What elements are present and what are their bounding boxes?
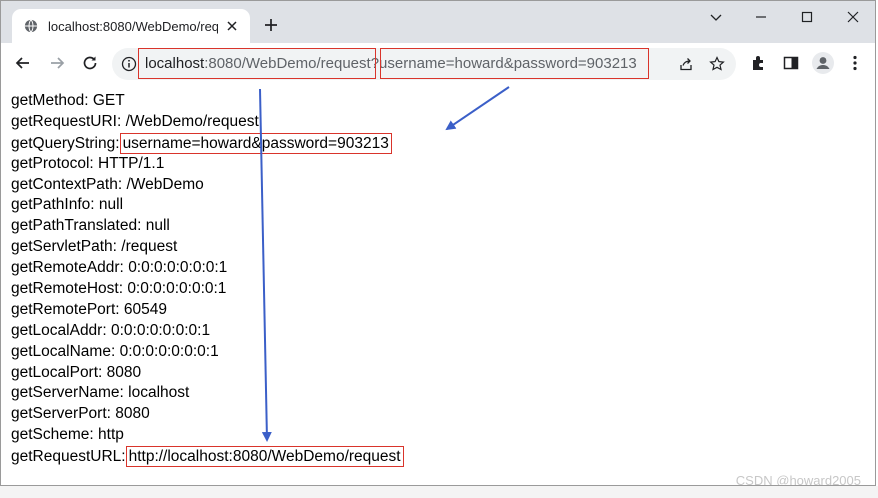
- line-label: getRemoteHost:: [11, 280, 123, 298]
- request-info-line: getMethod: GET: [11, 91, 871, 112]
- request-info-line: getPathInfo: null: [11, 195, 871, 216]
- line-value: http://localhost:8080/WebDemo/request: [125, 446, 404, 468]
- globe-icon: [24, 19, 38, 33]
- request-info-line: getRequestURI: /WebDemo/request: [11, 112, 871, 133]
- line-value: 0:0:0:0:0:0:0:1: [110, 321, 211, 339]
- watermark: CSDN @howard2005: [735, 473, 861, 486]
- line-value: null: [98, 196, 124, 214]
- request-info-line: getRemoteHost: 0:0:0:0:0:0:0:1: [11, 279, 871, 300]
- line-value: 8080: [115, 405, 150, 423]
- request-info-line: getQueryString: username=howard&password=…: [11, 132, 871, 154]
- line-value: 0:0:0:0:0:0:0:1: [119, 342, 219, 360]
- share-icon[interactable]: [678, 56, 694, 72]
- active-tab[interactable]: localhost:8080/WebDemo/request: [12, 9, 250, 43]
- line-label: getQueryString:: [11, 134, 120, 152]
- line-label: getServletPath:: [11, 238, 117, 256]
- line-label: getContextPath:: [11, 175, 123, 193]
- line-value: username=howard&password=903213: [119, 132, 392, 154]
- line-label: getRequestURL:: [11, 448, 126, 466]
- window-close-icon[interactable]: [841, 7, 865, 27]
- line-value: 8080: [106, 363, 142, 381]
- request-info-line: getPathTranslated: null: [11, 216, 871, 237]
- request-info-line: getRequestURL: http://localhost:8080/WebD…: [11, 446, 871, 468]
- line-label: getRequestURI:: [11, 112, 122, 130]
- request-info-line: getServerName: localhost: [11, 383, 871, 404]
- line-value: 0:0:0:0:0:0:0:1: [127, 280, 227, 298]
- request-info-line: getLocalPort: 8080: [11, 363, 871, 384]
- browser-window: localhost:8080/WebDemo/request: [0, 0, 876, 486]
- url-query-highlight: [380, 48, 649, 79]
- tab-title: localhost:8080/WebDemo/request: [48, 19, 218, 34]
- line-value: 60549: [123, 300, 167, 318]
- star-icon[interactable]: [709, 56, 725, 72]
- minimize-window-icon[interactable]: [749, 7, 773, 27]
- line-value: HTTP/1.1: [98, 154, 165, 172]
- line-label: getMethod:: [11, 92, 89, 109]
- page-content: getMethod: GET getRequestURI: /WebDemo/re…: [11, 91, 871, 468]
- request-info-line: getServerPort: 8080: [11, 404, 871, 425]
- back-arrow-icon[interactable]: [13, 53, 33, 73]
- line-label: getRemotePort:: [11, 300, 120, 318]
- line-value: 0:0:0:0:0:0:0:1: [128, 259, 228, 277]
- url-path-highlight: [138, 48, 376, 79]
- line-label: getPathInfo:: [11, 196, 95, 214]
- bottom-strip: [0, 486, 878, 498]
- puzzle-icon[interactable]: [749, 53, 769, 73]
- tab-strip: localhost:8080/WebDemo/request: [1, 1, 875, 43]
- line-value: null: [145, 217, 170, 235]
- request-info-line: getRemoteAddr: 0:0:0:0:0:0:0:1: [11, 258, 871, 279]
- line-label: getProtocol:: [11, 154, 94, 172]
- sidepanel-icon[interactable]: [781, 53, 801, 73]
- profile-icon[interactable]: [811, 51, 835, 75]
- request-info-line: getRemotePort: 60549: [11, 300, 871, 321]
- close-icon[interactable]: [224, 18, 240, 34]
- maximize-icon[interactable]: [795, 7, 819, 27]
- line-label: getPathTranslated:: [11, 217, 142, 235]
- line-value: http: [98, 426, 124, 444]
- forward-arrow-icon[interactable]: [47, 53, 67, 73]
- line-value: localhost: [128, 384, 190, 402]
- request-info-line: getServletPath: /request: [11, 237, 871, 258]
- request-info-line: getProtocol: HTTP/1.1: [11, 154, 871, 175]
- line-value: /WebDemo: [126, 175, 204, 193]
- request-info-line: getLocalAddr: 0:0:0:0:0:0:0:1: [11, 321, 871, 342]
- line-value: GET: [92, 92, 125, 109]
- line-value: /request: [121, 238, 178, 256]
- minimize-icon[interactable]: [704, 7, 728, 27]
- request-info-line: getLocalName: 0:0:0:0:0:0:0:1: [11, 342, 871, 363]
- line-label: getScheme:: [11, 426, 94, 444]
- line-label: getLocalName:: [11, 342, 116, 360]
- line-label: getLocalPort:: [11, 363, 103, 381]
- plus-icon[interactable]: [263, 17, 279, 33]
- line-value: /WebDemo/request: [125, 112, 259, 130]
- line-label: getServerName:: [11, 384, 124, 402]
- line-label: getServerPort:: [11, 405, 111, 423]
- request-info-line: getContextPath: /WebDemo: [11, 175, 871, 196]
- info-icon[interactable]: [121, 56, 137, 72]
- line-label: getRemoteAddr:: [11, 259, 124, 277]
- line-label: getLocalAddr:: [11, 321, 107, 339]
- reload-icon[interactable]: [80, 53, 100, 73]
- request-info-line: getScheme: http: [11, 425, 871, 446]
- more-icon[interactable]: [845, 53, 865, 73]
